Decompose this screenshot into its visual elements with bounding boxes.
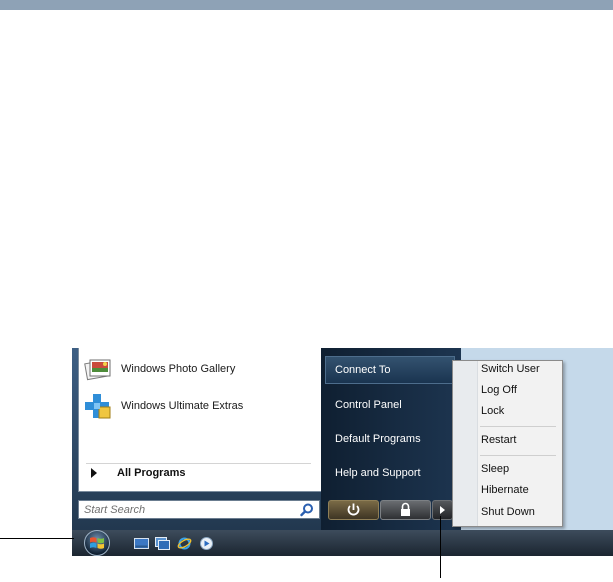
submenu-icon-gutter <box>453 361 478 526</box>
menu-item-shut-down[interactable]: Shut Down <box>481 506 535 518</box>
photo-gallery-icon <box>83 354 113 384</box>
program-item-ultimate-extras[interactable]: Windows Ultimate Extras <box>83 388 243 424</box>
menu-item-lock[interactable]: Lock <box>481 405 504 417</box>
menu-item-switch-user[interactable]: Switch User <box>481 363 540 375</box>
power-button[interactable] <box>328 500 379 520</box>
start-menu-left-frame: Windows Photo Gallery Windows Ultimate E… <box>72 348 328 530</box>
show-desktop-icon[interactable] <box>134 537 149 550</box>
all-programs-button[interactable]: All Programs <box>91 467 185 479</box>
search-icon[interactable] <box>300 503 314 517</box>
start-search-input[interactable]: Start Search <box>78 500 320 519</box>
right-item-control-panel[interactable]: Control Panel <box>335 399 402 411</box>
media-player-icon[interactable] <box>199 537 214 550</box>
right-item-connect-to[interactable]: Connect To <box>325 356 455 384</box>
vista-start-menu-screenshot: Windows Photo Gallery Windows Ultimate E… <box>72 348 613 556</box>
menu-separator <box>480 426 556 427</box>
lock-icon <box>401 502 410 516</box>
right-item-default-programs[interactable]: Default Programs <box>335 433 421 445</box>
menu-item-hibernate[interactable]: Hibernate <box>481 484 529 496</box>
windows-start-orb-icon[interactable] <box>77 529 117 556</box>
right-arrow-icon <box>440 506 445 514</box>
internet-explorer-icon[interactable] <box>177 537 192 550</box>
menu-item-log-off[interactable]: Log Off <box>481 384 517 396</box>
start-menu-right-pane: Connect To Control Panel Default Program… <box>321 348 461 530</box>
callout-line-start-button <box>0 538 74 539</box>
program-label: Windows Ultimate Extras <box>121 400 244 412</box>
menu-item-sleep[interactable]: Sleep <box>481 463 509 475</box>
right-item-help-and-support[interactable]: Help and Support <box>335 467 421 479</box>
menu-separator <box>480 455 556 456</box>
power-options-submenu: Switch User Log Off Lock Restart Sleep H… <box>452 360 563 527</box>
program-item-photo-gallery[interactable]: Windows Photo Gallery <box>83 351 235 387</box>
switch-windows-icon[interactable] <box>155 537 170 550</box>
menu-item-restart[interactable]: Restart <box>481 434 516 446</box>
ultimate-extras-icon <box>83 391 113 421</box>
power-icon <box>347 503 360 516</box>
all-programs-label: All Programs <box>117 467 186 479</box>
lock-button[interactable] <box>380 500 431 520</box>
callout-line-power-arrow <box>440 516 441 578</box>
program-label: Windows Photo Gallery <box>121 363 236 375</box>
search-placeholder: Start Search <box>84 504 146 516</box>
programs-pane: Windows Photo Gallery Windows Ultimate E… <box>78 348 322 492</box>
page-header-bar <box>0 0 613 10</box>
power-options-arrow-button[interactable] <box>432 500 453 520</box>
programs-divider <box>86 463 311 464</box>
taskbar <box>72 530 613 556</box>
right-triangle-icon <box>91 468 97 478</box>
